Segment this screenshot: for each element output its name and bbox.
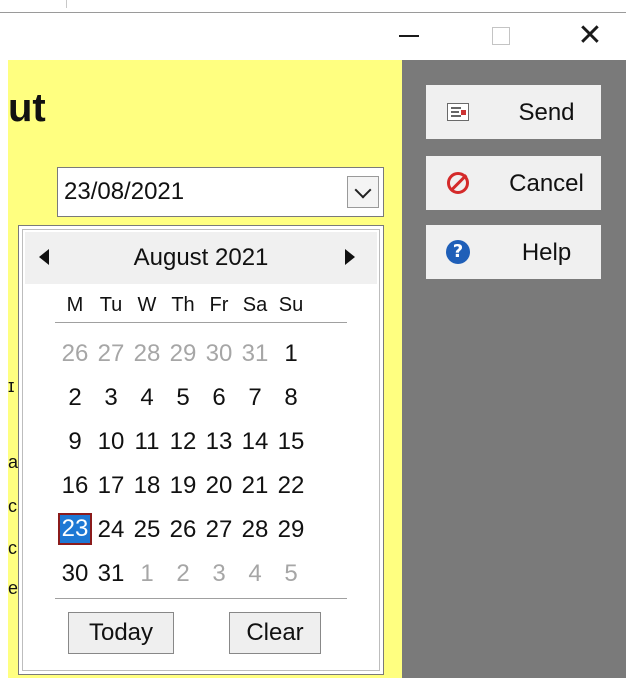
date-dropdown-button[interactable] bbox=[347, 176, 379, 208]
calendar-day[interactable]: 14 bbox=[240, 428, 270, 456]
calendar-day[interactable]: 12 bbox=[168, 428, 198, 456]
calendar-day[interactable]: 5 bbox=[168, 384, 198, 412]
side-panel bbox=[402, 60, 626, 678]
calendar-day[interactable]: 27 bbox=[204, 516, 234, 544]
calendar-day[interactable]: 7 bbox=[240, 384, 270, 412]
calendar-popup: August 2021 M Tu W Th Fr Sa Su 26 27 28 29 3… bbox=[18, 225, 384, 675]
calendar-day[interactable]: 26 bbox=[60, 340, 90, 368]
edge-glyph: ɪ bbox=[8, 376, 15, 396]
clear-button[interactable]: Clear bbox=[229, 612, 321, 654]
edge-glyph: a bbox=[8, 452, 19, 472]
calendar-day[interactable]: 3 bbox=[96, 384, 126, 412]
date-value[interactable]: 23/08/2021 bbox=[64, 178, 184, 206]
calendar-day[interactable]: 26 bbox=[168, 516, 198, 544]
help-icon: ? bbox=[444, 238, 472, 266]
edge-glyph: c bbox=[8, 538, 17, 558]
calendar-day[interactable]: 2 bbox=[168, 560, 198, 588]
weekday-label: W bbox=[137, 294, 157, 316]
footer-separator bbox=[55, 598, 347, 599]
calendar-day[interactable]: 22 bbox=[276, 472, 306, 500]
calendar-day-selected[interactable]: 23 bbox=[58, 513, 92, 545]
top-border bbox=[0, 0, 626, 13]
cancel-button[interactable]: Cancel bbox=[425, 155, 602, 211]
weekday-label: Su bbox=[278, 294, 304, 316]
maximize-icon bbox=[492, 27, 510, 45]
minimize-button[interactable] bbox=[381, 13, 437, 59]
close-icon: ✕ bbox=[577, 18, 603, 53]
calendar-day[interactable]: 17 bbox=[96, 472, 126, 500]
send-button-label: Send bbox=[518, 99, 575, 126]
calendar-day[interactable]: 21 bbox=[240, 472, 270, 500]
calendar-day[interactable]: 6 bbox=[204, 384, 234, 412]
send-button[interactable]: Send bbox=[425, 84, 602, 140]
calendar-day[interactable]: 4 bbox=[132, 384, 162, 412]
weekday-separator bbox=[55, 322, 347, 323]
calendar-day[interactable]: 1 bbox=[276, 340, 306, 368]
triangle-right-icon[interactable] bbox=[345, 249, 355, 265]
calendar-day[interactable]: 29 bbox=[168, 340, 198, 368]
calendar-day[interactable]: 24 bbox=[96, 516, 126, 544]
calendar-day[interactable]: 20 bbox=[204, 472, 234, 500]
edge-glyph: e bbox=[8, 578, 19, 598]
calendar-day[interactable]: 28 bbox=[240, 516, 270, 544]
edge-glyph: c bbox=[8, 496, 17, 516]
calendar-day[interactable]: 31 bbox=[240, 340, 270, 368]
calendar-day[interactable]: 28 bbox=[132, 340, 162, 368]
calendar-day[interactable]: 13 bbox=[204, 428, 234, 456]
calendar-day[interactable]: 27 bbox=[96, 340, 126, 368]
calendar-day[interactable]: 31 bbox=[96, 560, 126, 588]
weekday-label: Fr bbox=[209, 294, 229, 316]
cancel-icon bbox=[444, 169, 472, 197]
help-button[interactable]: ? Help bbox=[425, 224, 602, 280]
calendar-day[interactable]: 18 bbox=[132, 472, 162, 500]
cancel-button-label: Cancel bbox=[509, 170, 584, 197]
calendar-day[interactable]: 5 bbox=[276, 560, 306, 588]
minimize-icon bbox=[399, 35, 419, 37]
close-button[interactable]: ✕ bbox=[562, 13, 618, 59]
left-edge bbox=[0, 60, 8, 678]
weekday-label: M bbox=[66, 294, 84, 316]
weekday-label: Th bbox=[171, 294, 195, 316]
calendar-day[interactable]: 3 bbox=[204, 560, 234, 588]
calendar-day[interactable]: 1 bbox=[132, 560, 162, 588]
calendar-day[interactable]: 30 bbox=[60, 560, 90, 588]
calendar-day[interactable]: 15 bbox=[276, 428, 306, 456]
send-form-icon bbox=[444, 98, 472, 126]
calendar-day[interactable]: 10 bbox=[96, 428, 126, 456]
calendar-day[interactable]: 9 bbox=[60, 428, 90, 456]
date-picker-field[interactable]: 23/08/2021 bbox=[57, 167, 384, 217]
top-tick bbox=[66, 0, 67, 8]
weekday-label: Tu bbox=[99, 294, 123, 316]
title-bar: ✕ bbox=[0, 13, 626, 59]
calendar-day[interactable]: 8 bbox=[276, 384, 306, 412]
form-title: ut bbox=[8, 86, 46, 130]
calendar-header: August 2021 bbox=[25, 232, 377, 284]
calendar-day[interactable]: 25 bbox=[132, 516, 162, 544]
chevron-down-icon bbox=[354, 181, 372, 198]
calendar-day[interactable]: 19 bbox=[168, 472, 198, 500]
help-button-label: Help bbox=[521, 239, 572, 266]
calendar-day[interactable]: 30 bbox=[204, 340, 234, 368]
calendar-day[interactable]: 4 bbox=[240, 560, 270, 588]
calendar-month-label[interactable]: August 2021 bbox=[25, 244, 377, 272]
weekday-label: Sa bbox=[242, 294, 268, 316]
today-button[interactable]: Today bbox=[68, 612, 174, 654]
calendar-day[interactable]: 11 bbox=[132, 428, 162, 456]
maximize-button[interactable] bbox=[473, 13, 529, 59]
calendar-day[interactable]: 29 bbox=[276, 516, 306, 544]
calendar-frame: August 2021 M Tu W Th Fr Sa Su 26 27 28 29 3… bbox=[22, 229, 380, 671]
calendar-day[interactable]: 2 bbox=[60, 384, 90, 412]
calendar-day[interactable]: 16 bbox=[60, 472, 90, 500]
